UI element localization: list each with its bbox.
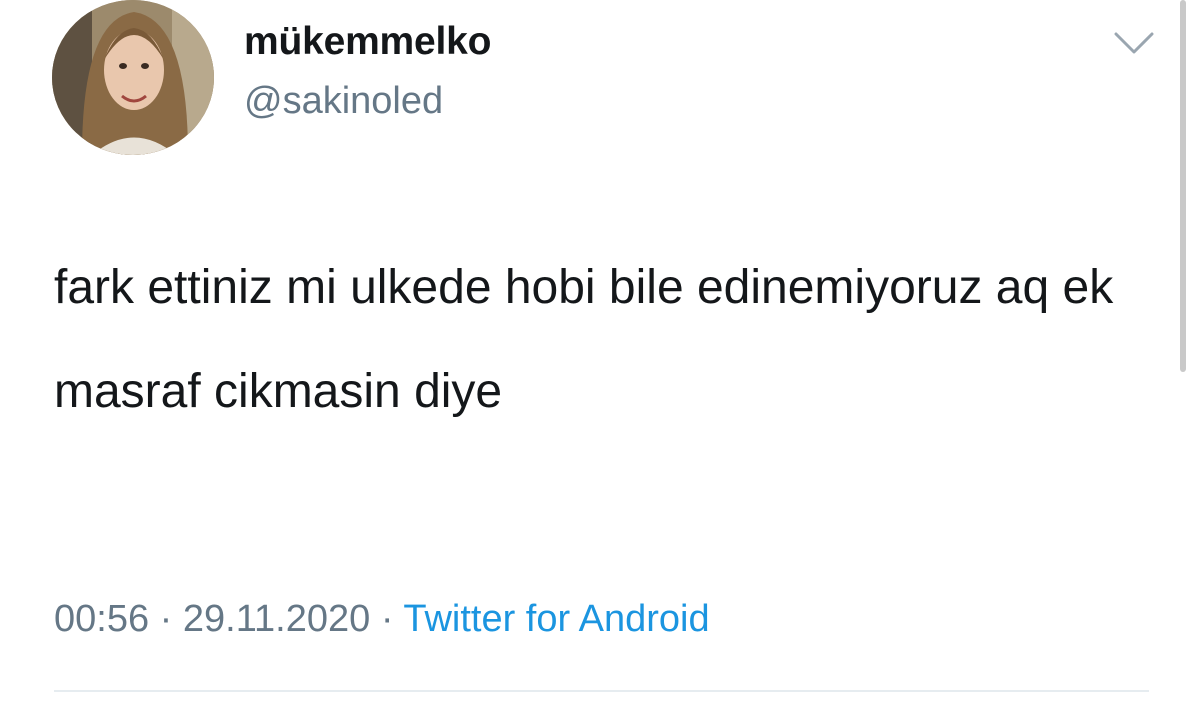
avatar-image — [52, 0, 214, 155]
chevron-down-icon[interactable] — [1112, 30, 1156, 56]
meta-separator-2: · — [380, 598, 394, 640]
user-handle[interactable]: @sakinoled — [244, 80, 443, 123]
tweet-text: fark ettiniz mi ulkede hobi bile edinemi… — [54, 261, 1114, 418]
tweet-date: 29.11.2020 — [182, 598, 371, 640]
divider — [54, 690, 1149, 692]
scrollbar[interactable] — [1180, 0, 1186, 372]
tweet-meta: 00:56 · 29.11.2020 · Twitter for Android — [54, 598, 710, 641]
avatar[interactable] — [52, 0, 214, 155]
tweet-time: 00:56 — [54, 598, 150, 640]
tweet-source-link[interactable]: Twitter for Android — [403, 598, 709, 640]
tweet-card: mükemmelko @sakinoled fark ettiniz mi ul… — [0, 0, 1200, 701]
display-name[interactable]: mükemmelko — [244, 20, 491, 64]
meta-separator: · — [159, 598, 173, 640]
